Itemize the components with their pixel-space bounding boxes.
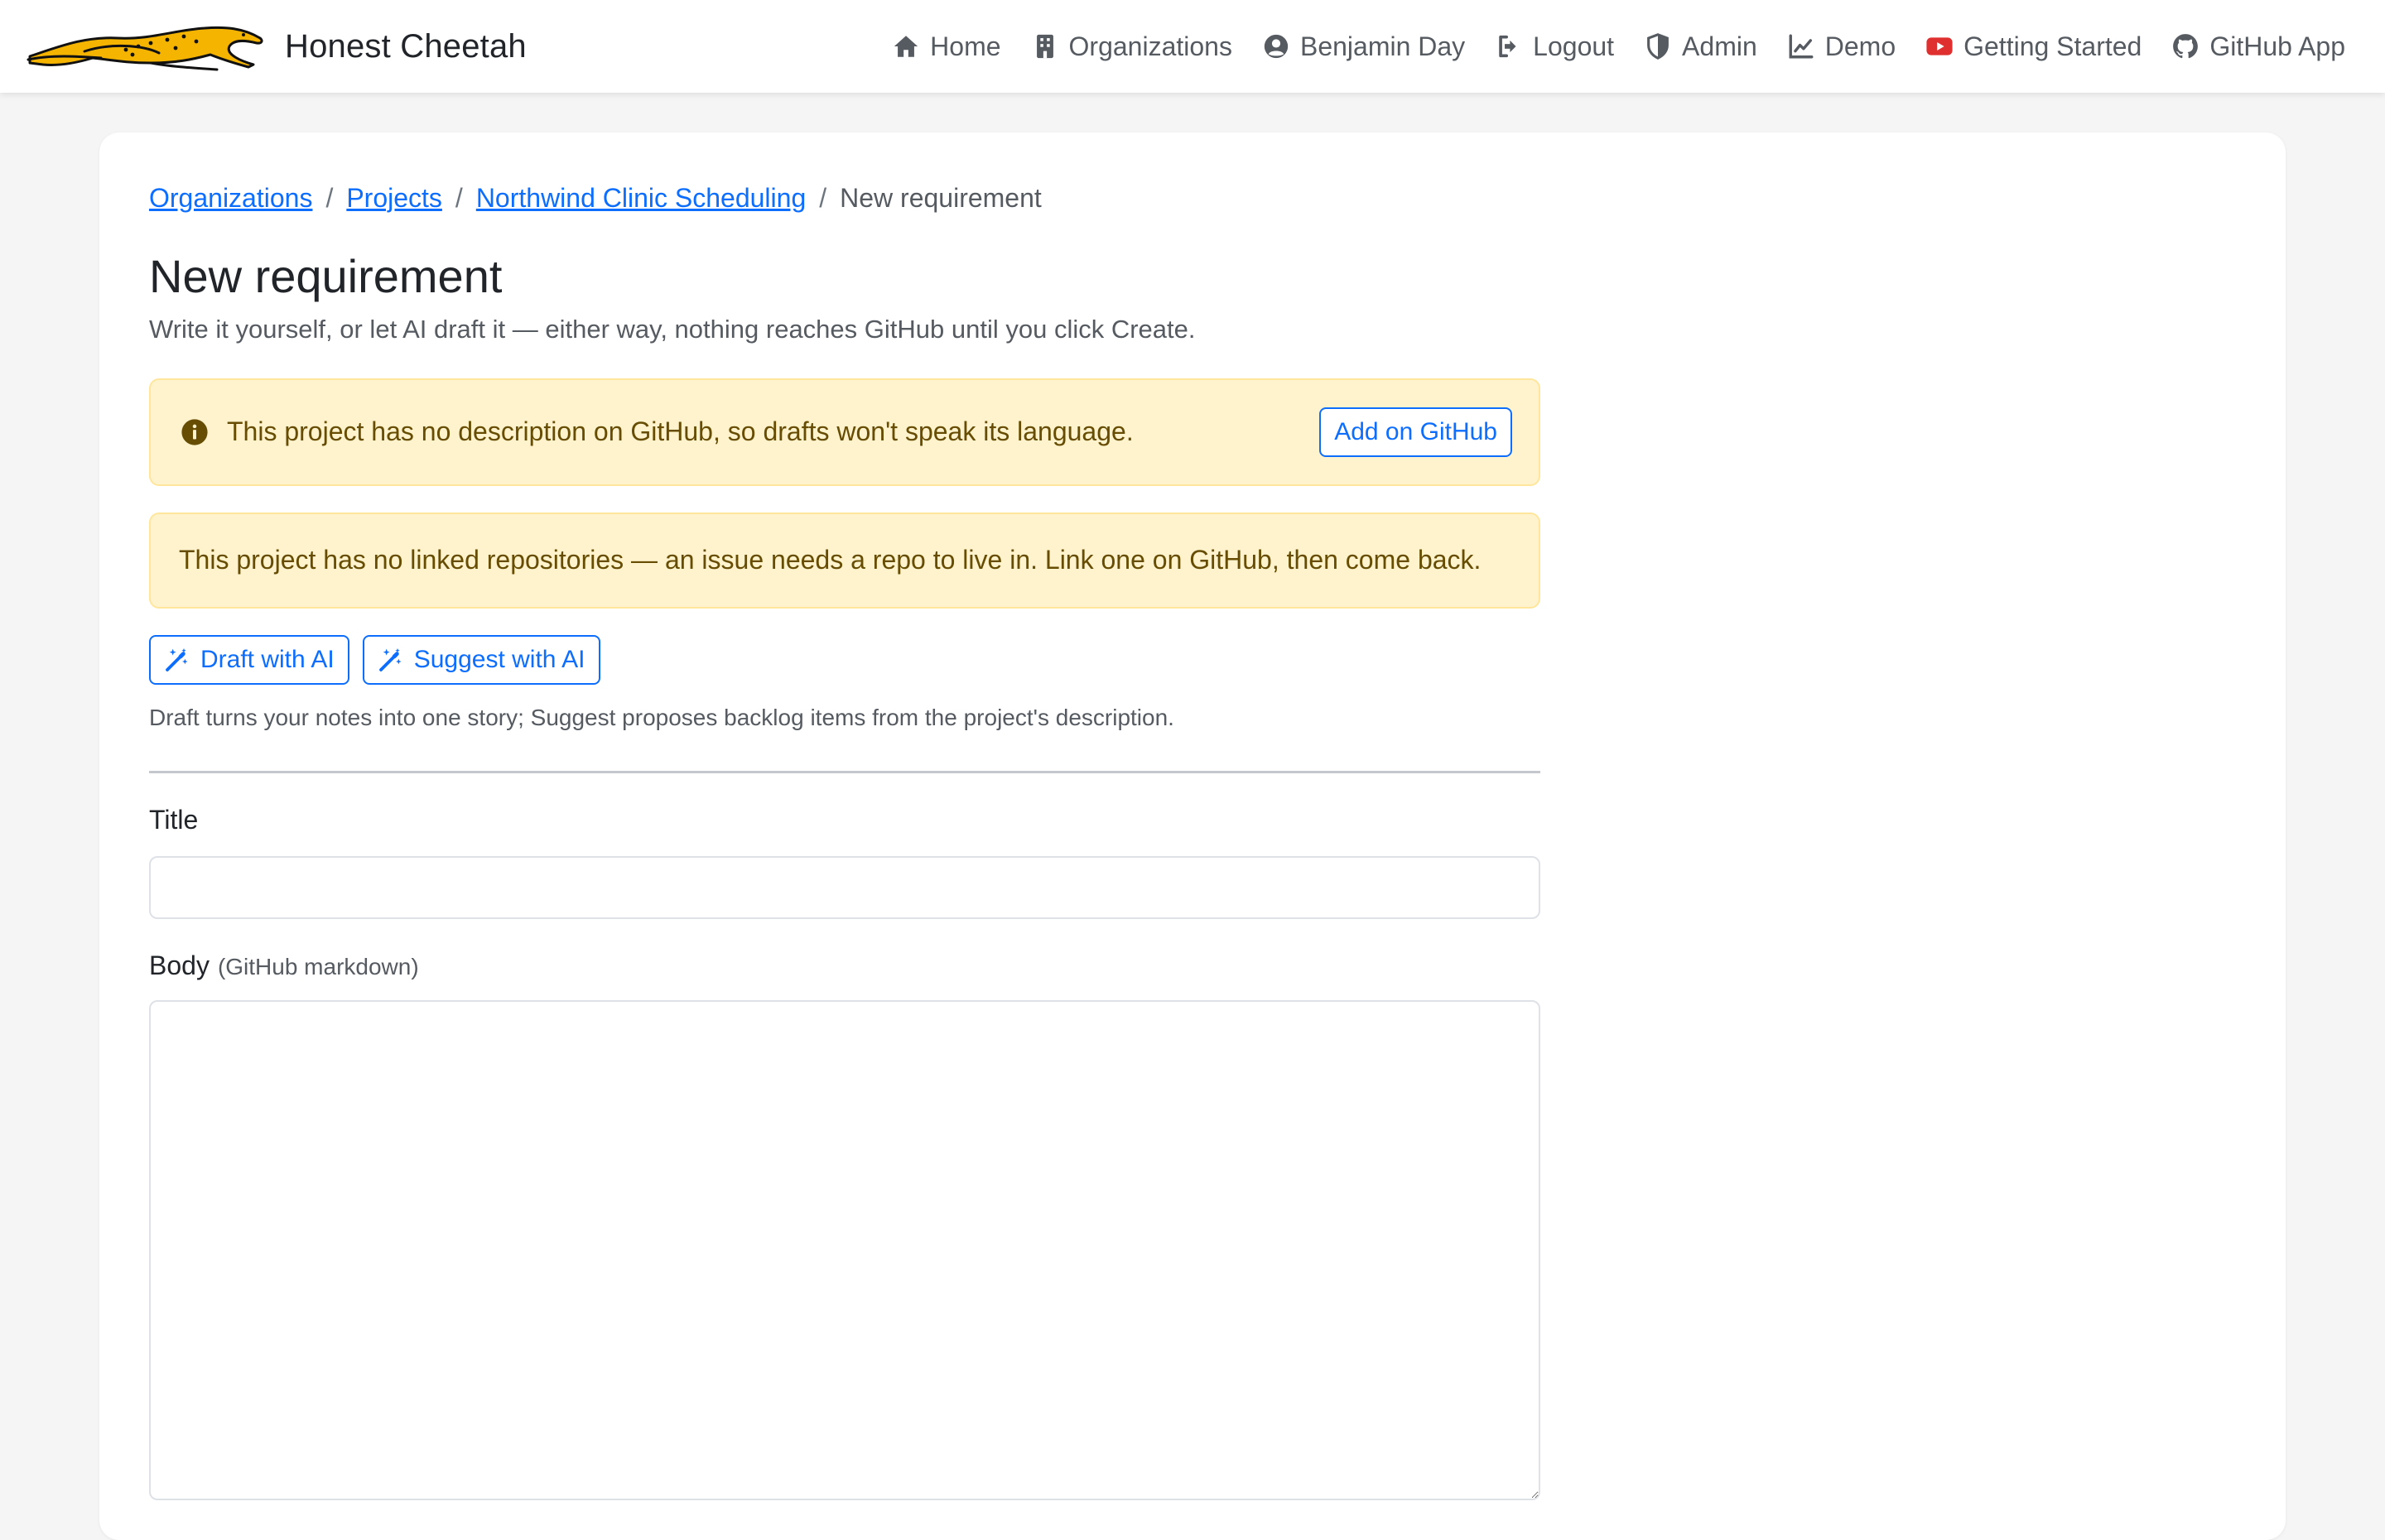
brand-name: Honest Cheetah: [285, 27, 527, 65]
nav-home-label: Home: [930, 31, 1001, 61]
user-circle-icon: [1264, 34, 1289, 59]
nav-getting-started[interactable]: Getting Started: [1925, 31, 2142, 62]
main-card: Organizations / Projects / Northwind Cli…: [99, 132, 2286, 1540]
breadcrumb-separator: /: [819, 182, 827, 213]
nav-organizations[interactable]: Organizations: [1031, 31, 1232, 62]
breadcrumb: Organizations / Projects / Northwind Cli…: [149, 177, 1540, 219]
building-icon: [1036, 34, 1053, 59]
page-title: New requirement: [149, 250, 503, 302]
nav-admin-label: Admin: [1682, 31, 1757, 61]
youtube-icon: [1926, 37, 1953, 55]
no-repos-alert-text: This project has no linked repositories …: [179, 545, 1482, 575]
nav-demo[interactable]: Demo: [1787, 31, 1896, 62]
cheetah-logo-icon: [26, 26, 263, 71]
ai-helper-text: Draft turns your notes into one story; S…: [149, 704, 1174, 730]
no-description-alert-text: This project has no description on GitHu…: [227, 416, 1134, 447]
suggest-with-ai-label: Suggest with AI: [413, 645, 585, 673]
breadcrumb-separator: /: [325, 182, 334, 213]
nav-admin[interactable]: Admin: [1644, 31, 1757, 62]
nav-demo-label: Demo: [1824, 31, 1896, 61]
body-label-hint: (GitHub markdown): [217, 953, 419, 979]
title-label: Title: [149, 805, 1540, 838]
draft-with-ai-button[interactable]: Draft with AI: [149, 634, 349, 685]
magic-wand-icon: [378, 647, 402, 671]
ai-buttons: Draft with AI Suggest with AI: [149, 634, 1540, 685]
no-repos-alert: This project has no linked repositories …: [149, 512, 1540, 609]
nav-home[interactable]: Home: [892, 31, 1001, 62]
body-textarea[interactable]: [149, 999, 1540, 1500]
page-lead: Write it yourself, or let AI draft it — …: [149, 315, 1196, 344]
chart-line-icon: [1789, 34, 1814, 59]
nav-logout[interactable]: Logout: [1495, 31, 1614, 62]
home-icon: [894, 36, 918, 57]
nav-organizations-label: Organizations: [1068, 31, 1232, 61]
breadcrumb-project[interactable]: Northwind Clinic Scheduling: [476, 183, 806, 214]
content-column: Organizations / Projects / Northwind Cli…: [149, 177, 1540, 1500]
nav-user[interactable]: Benjamin Day: [1262, 31, 1465, 62]
nav-links: Home Organizations Benjamin Day Logout A…: [892, 31, 2345, 62]
top-navbar: Honest Cheetah Home Organizations Benjam…: [0, 0, 2385, 93]
body-label: Body (GitHub markdown): [149, 950, 1540, 984]
nav-github-app-label: GitHub App: [2209, 31, 2345, 61]
suggest-with-ai-button[interactable]: Suggest with AI: [362, 634, 600, 685]
breadcrumb-organizations[interactable]: Organizations: [149, 183, 312, 214]
breadcrumb-projects[interactable]: Projects: [346, 183, 442, 214]
github-icon: [2173, 34, 2199, 59]
nav-logout-label: Logout: [1533, 31, 1615, 61]
brand-link[interactable]: Honest Cheetah: [26, 22, 527, 71]
body-label-text: Body: [149, 950, 210, 980]
magic-wand-icon: [166, 647, 188, 671]
no-description-alert-message: This project has no description on GitHu…: [181, 416, 1134, 447]
nav-getting-started-label: Getting Started: [1963, 31, 2142, 61]
shield-icon: [1647, 33, 1669, 60]
title-label-text: Title: [149, 804, 199, 835]
nav-user-label: Benjamin Day: [1299, 31, 1466, 61]
breadcrumb-separator: /: [455, 182, 463, 213]
info-circle-icon: [181, 419, 208, 445]
logout-icon: [1499, 35, 1516, 58]
breadcrumb-current: New requirement: [840, 182, 1042, 213]
title-input[interactable]: [149, 855, 1540, 919]
draft-with-ai-label: Draft with AI: [200, 645, 335, 673]
add-on-github-button[interactable]: Add on GitHub: [1319, 407, 1512, 457]
no-description-alert: This project has no description on GitHu…: [149, 378, 1540, 486]
nav-github-app[interactable]: GitHub App: [2171, 31, 2345, 62]
section-divider: [149, 770, 1540, 773]
